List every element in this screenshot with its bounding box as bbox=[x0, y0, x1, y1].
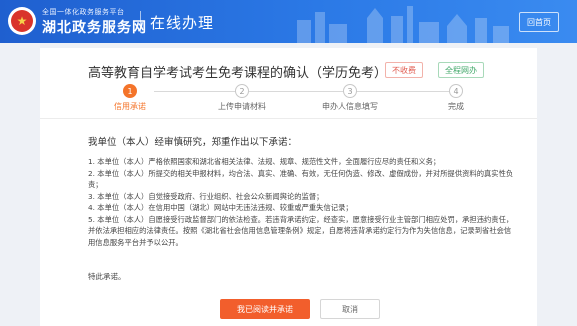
page-title: 在线办理 bbox=[150, 14, 215, 32]
step-1-indicator: 1 bbox=[123, 84, 137, 98]
service-title: 高等教育自学考试考生免考课程的确认（学历免考） bbox=[88, 66, 388, 81]
commitment-item: 2. 本单位（本人）所提交的相关申报材料，均合法、真实、准确、有效，无任何伪造、… bbox=[88, 168, 514, 190]
step-2-label: 上传申请材料 bbox=[218, 102, 266, 111]
step-3-label: 申办人信息填写 bbox=[322, 102, 378, 111]
fee-badge: 不收费 bbox=[385, 62, 423, 78]
commitment-intro: 我单位（本人）经审慎研究，郑重作出以下承诺： bbox=[88, 137, 298, 148]
brand-logo-text[interactable]: 湖北政务服务网 bbox=[42, 17, 147, 37]
agree-commit-button[interactable]: 我已阅读并承诺 bbox=[220, 299, 310, 319]
commitment-item: 5. 本单位（本人）自愿接受行政监督部门的依法检查。若违背承诺约定，经查实，愿意… bbox=[88, 214, 514, 247]
online-badge: 全程网办 bbox=[438, 62, 484, 78]
commitment-item: 1. 本单位（本人）严格依照国家和湖北省相关法律、法规、规章、规范性文件，全面履… bbox=[88, 157, 441, 166]
brand-subtitle: 全国一体化政务服务平台 bbox=[42, 8, 125, 16]
step-3-indicator: 3 bbox=[343, 84, 357, 98]
commitment-item: 4. 本单位（本人）在信用中国（湖北）网站中无违法违规、较重或严重失信记录； bbox=[88, 203, 353, 212]
header-divider bbox=[140, 11, 141, 33]
commitment-closing: 特此承诺。 bbox=[88, 272, 126, 281]
main-card: 高等教育自学考试考生免考课程的确认（学历免考） 不收费 全程网办 1 信用承诺 … bbox=[40, 48, 537, 326]
step-4-indicator: 4 bbox=[449, 84, 463, 98]
home-button[interactable]: 回首页 bbox=[519, 12, 559, 32]
site-header: ★ 全国一体化政务服务平台 湖北政务服务网 在线办理 回首页 bbox=[0, 0, 577, 43]
step-1-label: 信用承诺 bbox=[114, 102, 146, 111]
step-4-label: 完成 bbox=[448, 102, 464, 111]
steps-progress-line bbox=[154, 91, 456, 92]
section-divider bbox=[40, 118, 537, 119]
national-emblem-icon: ★ bbox=[8, 7, 36, 35]
skyline-decoration bbox=[297, 6, 509, 43]
commitment-list: 1. 本单位（本人）严格依照国家和湖北省相关法律、法规、规章、规范性文件，全面履… bbox=[88, 156, 518, 248]
step-2-indicator: 2 bbox=[235, 84, 249, 98]
commitment-item: 3. 本单位（本人）自觉接受政府、行业组织、社会公众新闻舆论的监督； bbox=[88, 191, 324, 201]
cancel-button[interactable]: 取消 bbox=[320, 299, 380, 319]
